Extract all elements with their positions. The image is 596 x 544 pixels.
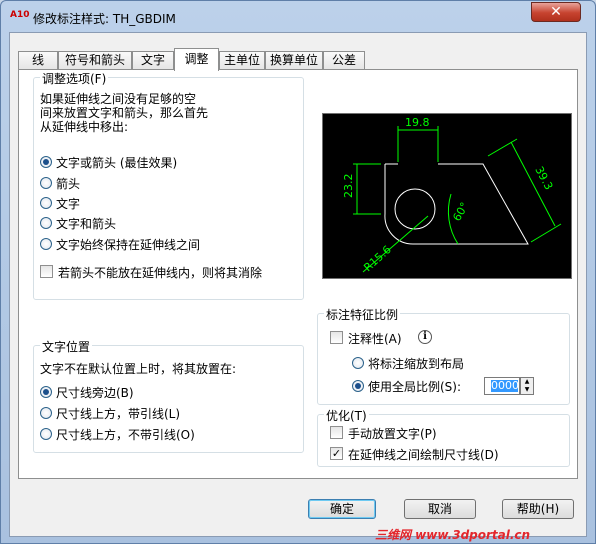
radio-keep-text-between[interactable] <box>40 238 52 250</box>
text-placement-title: 文字位置 <box>40 338 93 355</box>
cancel-button[interactable]: 取消 <box>404 499 476 519</box>
fine-tuning-title: 优化(T) <box>324 407 369 424</box>
dialog-window: A10 修改标注样式: TH_GBDIM ✕ 线 符号和箭头 文字 调整 主单位… <box>0 0 596 544</box>
tab-lines[interactable]: 线 <box>18 51 58 70</box>
radio-use-overall-scale-label[interactable]: 使用全局比例(S): <box>368 378 461 395</box>
radio-text-label[interactable]: 文字 <box>56 195 80 212</box>
radio-beside-dimension-line-label[interactable]: 尺寸线旁边(B) <box>56 384 134 401</box>
fit-options-group: 调整选项(F) 如果延伸线之间没有足够的空 间来放置文字和箭头，那么首先 从延伸… <box>33 70 304 300</box>
window-title: 修改标注样式: TH_GBDIM <box>33 12 176 26</box>
annotative-checkbox[interactable] <box>330 331 343 344</box>
fine-tuning-group: 优化(T) 手动放置文字(P) ✓ 在延伸线之间绘制尺寸线(D) <box>317 407 570 467</box>
dim-r15-6: R15.6 <box>361 243 394 274</box>
close-button[interactable]: ✕ <box>531 2 581 22</box>
radio-beside-dimension-line[interactable] <box>40 386 52 398</box>
radio-text-and-arrows[interactable] <box>40 217 52 229</box>
fit-options-title: 调整选项(F) <box>40 70 109 87</box>
preview-drawing: 19.8 23.2 39.3 60° R15.6 <box>342 116 562 274</box>
radio-keep-text-between-label[interactable]: 文字始终保持在延伸线之间 <box>56 236 200 253</box>
dim-60-deg: 60° <box>450 200 471 223</box>
radio-text[interactable] <box>40 197 52 209</box>
dialog-client-area: 线 符号和箭头 文字 调整 主单位 换算单位 公差 调整选项(F) 如果延伸线之… <box>9 32 587 537</box>
suppress-arrows-label[interactable]: 若箭头不能放在延伸线内，则将其消除 <box>58 264 262 281</box>
radio-text-or-arrows[interactable] <box>40 156 52 168</box>
info-icon[interactable]: i <box>418 330 432 344</box>
radio-scale-to-layout-label[interactable]: 将标注缩放到布局 <box>368 355 464 372</box>
dim-39-3: 39.3 <box>532 164 555 192</box>
radio-over-without-leader-label[interactable]: 尺寸线上方，不带引线(O) <box>56 426 195 443</box>
preview-dimension-text: 19.8 23.2 39.3 60° R15.6 <box>342 116 555 274</box>
fit-tab-panel: 调整选项(F) 如果延伸线之间没有足够的空 间来放置文字和箭头，那么首先 从延伸… <box>18 69 578 479</box>
preview-geometry <box>384 163 529 245</box>
suppress-arrows-checkbox[interactable] <box>40 265 53 278</box>
fit-description-line-3: 从延伸线中移出: <box>40 120 129 134</box>
radio-arrows-label[interactable]: 箭头 <box>56 175 80 192</box>
text-placement-group: 文字位置 文字不在默认位置上时，将其放置在: 尺寸线旁边(B) 尺寸线上方，带引… <box>33 338 304 453</box>
scale-group: 标注特征比例 注释性(A) i 将标注缩放到布局 使用全局比例(S): 0000… <box>317 306 570 405</box>
title-bar[interactable]: A10 修改标注样式: TH_GBDIM ✕ <box>1 1 595 33</box>
text-placement-description: 文字不在默认位置上时，将其放置在: <box>40 362 237 376</box>
place-text-manually-checkbox[interactable] <box>330 426 343 439</box>
draw-dim-line-between-checkbox[interactable]: ✓ <box>330 447 343 460</box>
radio-text-and-arrows-label[interactable]: 文字和箭头 <box>56 215 116 232</box>
tab-tolerances[interactable]: 公差 <box>323 51 365 70</box>
radio-over-without-leader[interactable] <box>40 428 52 440</box>
tab-fit[interactable]: 调整 <box>174 48 219 71</box>
tab-alternate-units[interactable]: 换算单位 <box>265 51 323 70</box>
dim-23-2: 23.2 <box>342 174 355 199</box>
overall-scale-spinner[interactable]: ▲ ▼ <box>520 377 534 395</box>
annotative-label[interactable]: 注释性(A) <box>348 330 402 347</box>
overall-scale-input[interactable]: 0000 <box>484 377 520 395</box>
dim-19-8: 19.8 <box>405 116 430 129</box>
tab-symbols-arrows[interactable]: 符号和箭头 <box>58 51 132 70</box>
tab-text[interactable]: 文字 <box>132 51 174 70</box>
radio-text-or-arrows-label[interactable]: 文字或箭头 (最佳效果) <box>56 154 177 171</box>
radio-over-with-leader[interactable] <box>40 407 52 419</box>
radio-scale-to-layout[interactable] <box>352 357 364 369</box>
draw-dim-line-between-label[interactable]: 在延伸线之间绘制尺寸线(D) <box>348 446 499 463</box>
dimension-preview: 19.8 23.2 39.3 60° R15.6 <box>322 113 572 279</box>
radio-use-overall-scale[interactable] <box>352 380 364 392</box>
tab-primary-units[interactable]: 主单位 <box>219 51 265 70</box>
place-text-manually-label[interactable]: 手动放置文字(P) <box>348 425 437 442</box>
autocad-app-icon: A10 <box>10 10 30 20</box>
radio-arrows[interactable] <box>40 177 52 189</box>
scale-title: 标注特征比例 <box>324 306 401 323</box>
radio-over-with-leader-label[interactable]: 尺寸线上方，带引线(L) <box>56 405 180 422</box>
help-button[interactable]: 帮助(H) <box>502 499 574 519</box>
overall-scale-value: 0000 <box>491 379 519 392</box>
site-watermark: 三维网 www.3dportal.cn <box>375 528 531 542</box>
ok-button[interactable]: 确定 <box>308 499 376 519</box>
